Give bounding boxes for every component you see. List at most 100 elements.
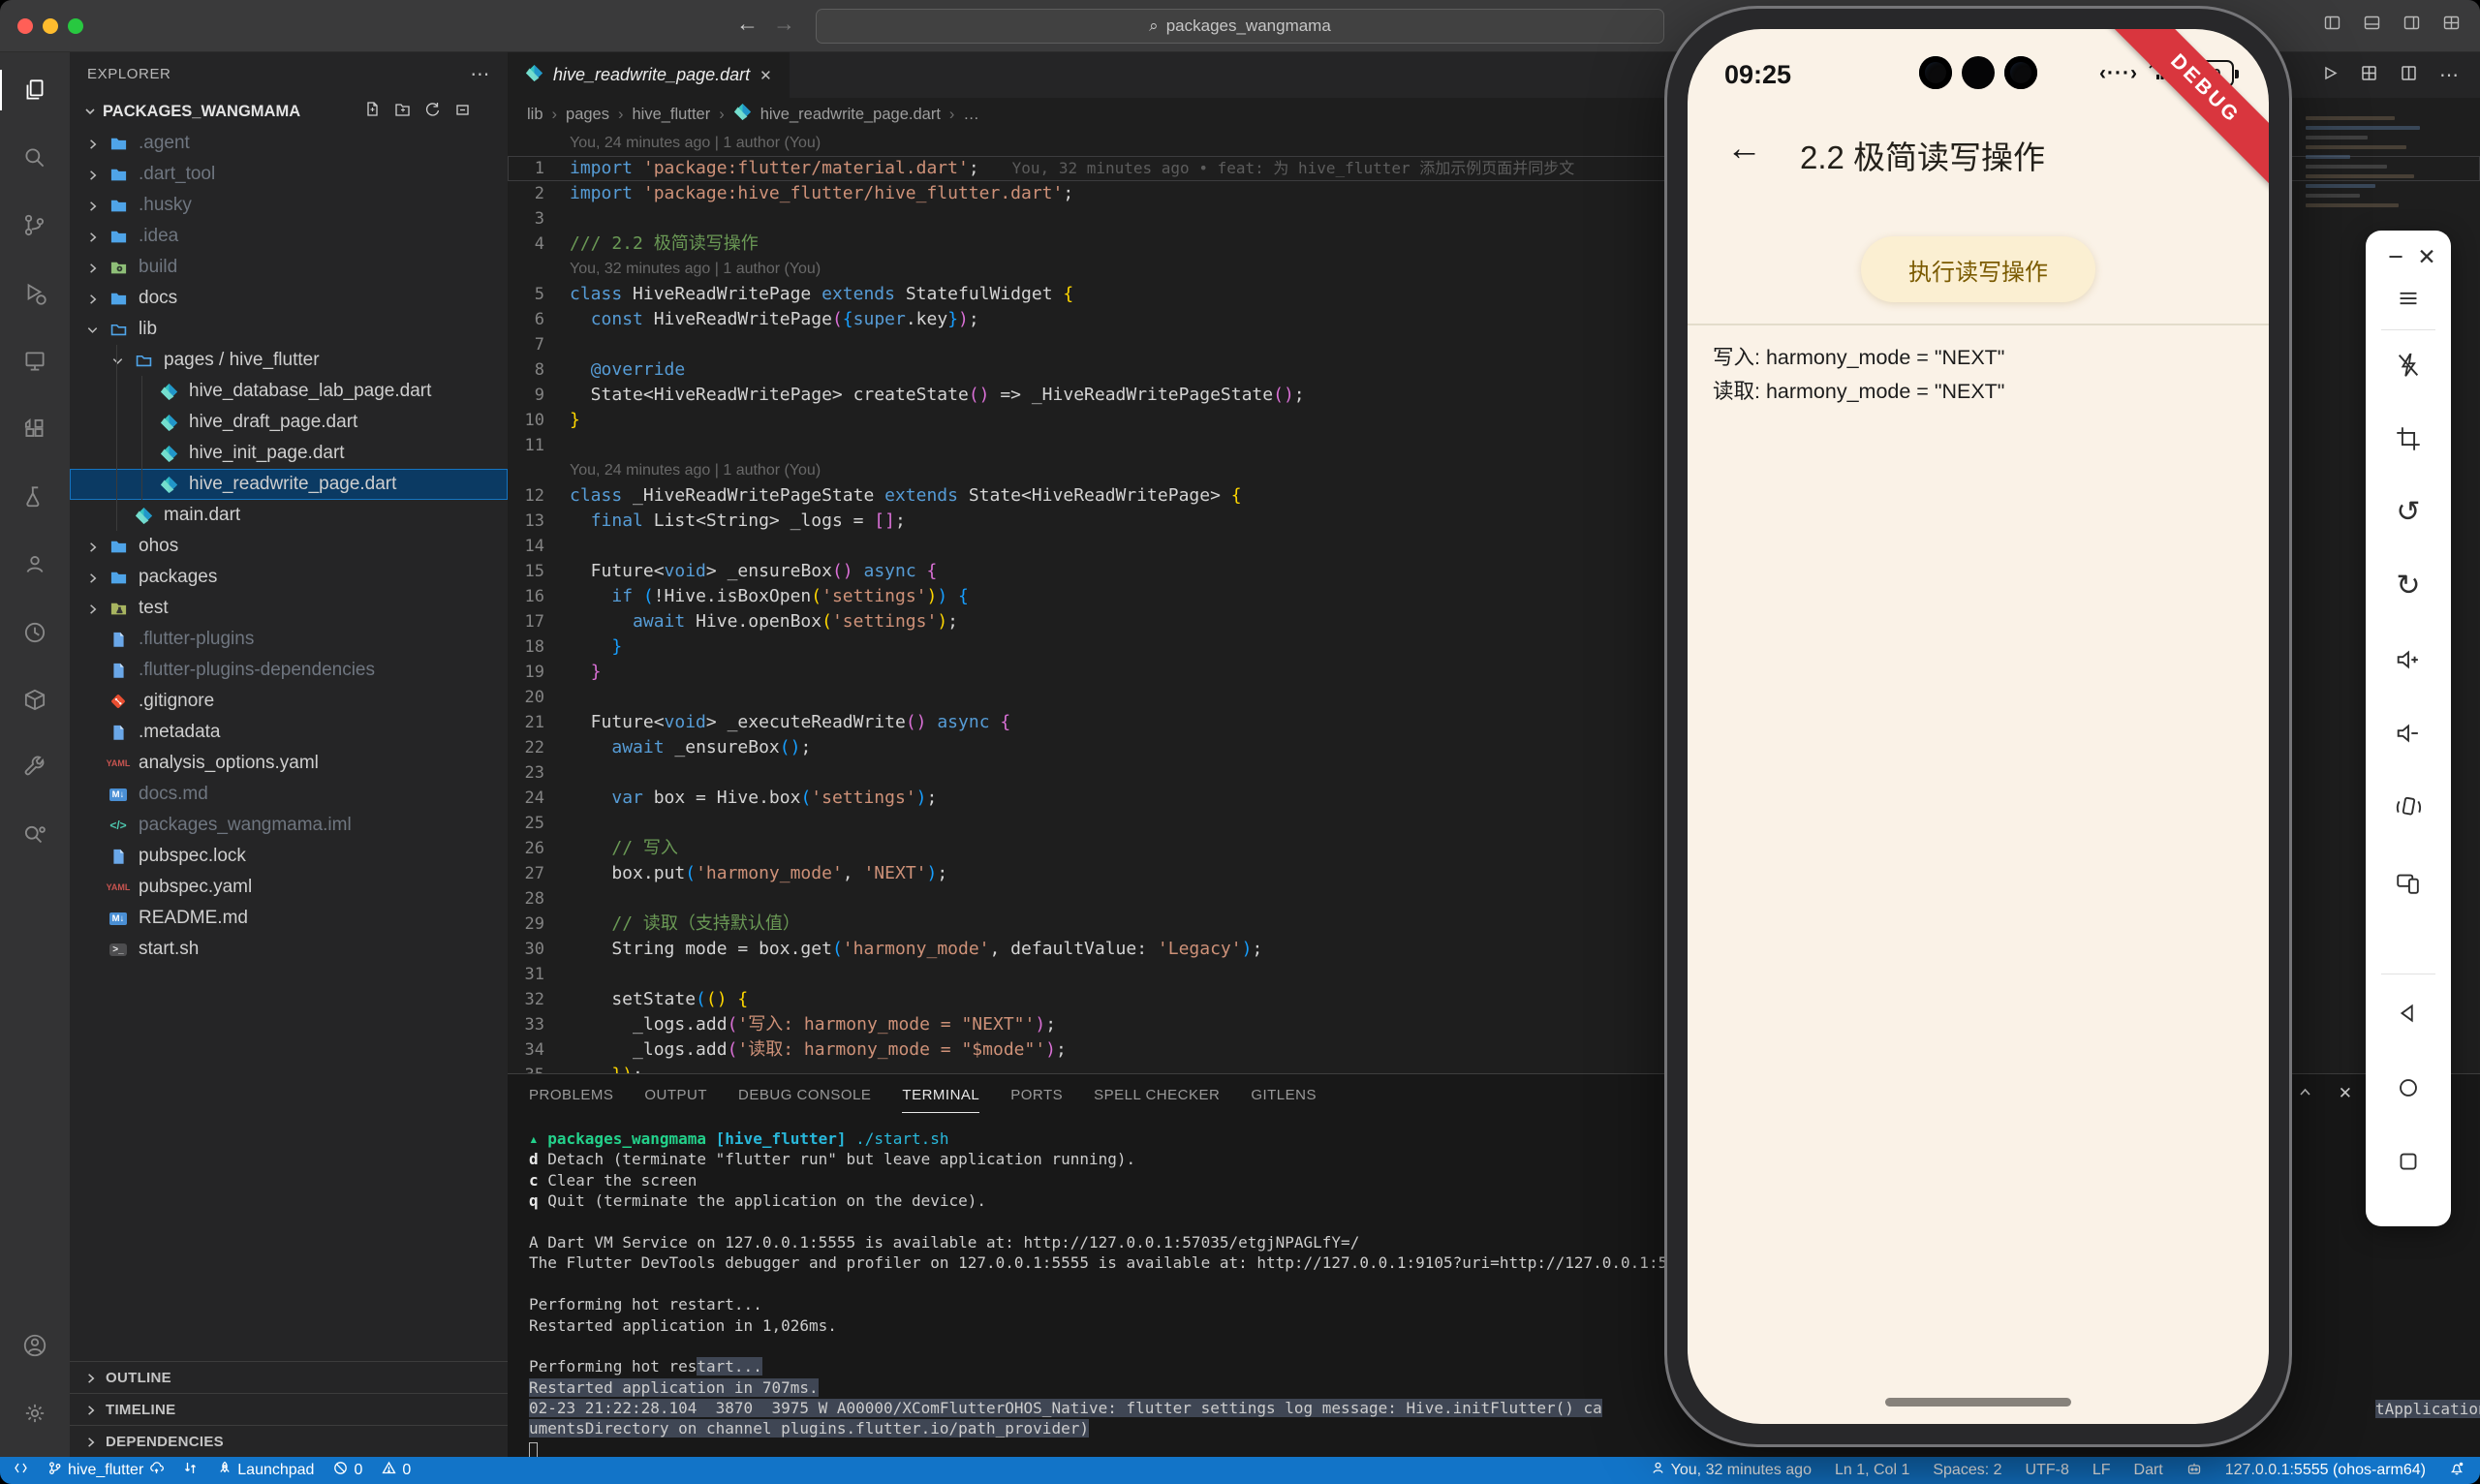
status-utf-8[interactable]: UTF-8 <box>2026 1462 2069 1479</box>
history-back-icon[interactable]: ← <box>736 11 759 37</box>
activity-files-icon[interactable] <box>0 56 70 124</box>
section-outline[interactable]: OUTLINE <box>70 1361 508 1393</box>
activity-settings-icon[interactable] <box>0 1379 70 1447</box>
more-actions-icon[interactable]: ⋯ <box>2439 63 2459 87</box>
tree-item[interactable]: ohos <box>70 531 508 562</box>
activity-run-debug-icon[interactable] <box>0 260 70 327</box>
activity-search-gear-icon[interactable] <box>0 802 70 870</box>
tree-item[interactable]: YAMLpubspec.yaml <box>70 872 508 903</box>
split-editor-icon[interactable] <box>2400 64 2418 87</box>
activity-live-share-icon[interactable] <box>0 531 70 599</box>
close-window-button[interactable] <box>17 18 33 34</box>
nav-home-icon[interactable] <box>2392 1071 2425 1104</box>
tree-item[interactable]: hive_database_lab_page.dart <box>70 376 508 407</box>
panel-tab-spell-checker[interactable]: SPELL CHECKER <box>1094 1087 1220 1103</box>
new-file-icon[interactable] <box>364 101 381 122</box>
breadcrumb-item[interactable]: lib <box>527 106 543 124</box>
tree-item[interactable]: M↓docs.md <box>70 779 508 810</box>
status-127-0-0-1-5555-ohos-arm6[interactable]: 127.0.0.1:5555 (ohos-arm64) <box>2225 1462 2426 1479</box>
panel-tab-terminal[interactable]: TERMINAL <box>902 1087 979 1113</box>
tree-item[interactable]: >_start.sh <box>70 934 508 965</box>
activity-extensions-icon[interactable] <box>0 395 70 463</box>
panel-tab-debug-console[interactable]: DEBUG CONSOLE <box>738 1087 871 1103</box>
layout-sidebar-left-icon[interactable] <box>2323 14 2341 37</box>
menu-icon[interactable] <box>2392 282 2425 315</box>
rotate-left-icon[interactable]: ↺ <box>2392 496 2425 529</box>
nav-back-icon[interactable] <box>2392 997 2425 1030</box>
nav-recents-icon[interactable] <box>2392 1145 2425 1178</box>
command-center-search[interactable]: ⌕ packages_wangmama <box>816 9 1664 44</box>
status-lf[interactable]: LF <box>2092 1462 2111 1479</box>
flash-off-icon[interactable] <box>2392 349 2425 382</box>
screen-mirror-icon[interactable] <box>2392 866 2425 899</box>
more-actions-icon[interactable]: ⋯ <box>470 62 490 86</box>
panel-tab-problems[interactable]: PROBLEMS <box>529 1087 613 1103</box>
activity-package-icon[interactable] <box>0 666 70 734</box>
volume-down-icon[interactable] <box>2392 717 2425 750</box>
tree-item[interactable]: hive_draft_page.dart <box>70 407 508 438</box>
tree-item[interactable]: .gitignore <box>70 686 508 717</box>
history-forward-icon[interactable]: → <box>773 11 795 37</box>
tree-item[interactable]: build <box>70 252 508 283</box>
collapse-all-icon[interactable] <box>454 101 471 122</box>
volume-up-icon[interactable] <box>2392 643 2425 676</box>
chevron-up-icon[interactable] <box>2297 1084 2313 1105</box>
execute-readwrite-button[interactable]: 执行读写操作 <box>1861 236 2095 302</box>
tree-item[interactable]: pubspec.lock <box>70 841 508 872</box>
activity-account-icon[interactable] <box>0 1312 70 1379</box>
tree-item[interactable]: packages <box>70 562 508 593</box>
tree-item[interactable]: .husky <box>70 190 508 221</box>
status-0[interactable]: 0 <box>382 1461 411 1480</box>
status-robot-icon[interactable] <box>2186 1461 2202 1481</box>
new-folder-icon[interactable] <box>394 101 411 122</box>
activity-source-control-icon[interactable] <box>0 192 70 260</box>
shake-icon[interactable] <box>2392 790 2425 823</box>
section-timeline[interactable]: TIMELINE <box>70 1393 508 1425</box>
breadcrumb-item[interactable]: hive_flutter <box>632 106 710 124</box>
minimap[interactable] <box>2306 116 2432 213</box>
layout-icon[interactable] <box>2360 64 2378 87</box>
tree-item[interactable]: pages / hive_flutter <box>70 345 508 376</box>
section-dependencies[interactable]: DEPENDENCIES <box>70 1425 508 1457</box>
status-ln-1-col-1[interactable]: Ln 1, Col 1 <box>1835 1462 1909 1479</box>
close-tab-icon[interactable]: ✕ <box>760 67 772 84</box>
layout-grid-icon[interactable] <box>2442 14 2461 37</box>
close-icon[interactable]: ✕ <box>2410 240 2443 273</box>
status-bell-icon[interactable] <box>2449 1461 2464 1481</box>
layout-sidebar-right-icon[interactable] <box>2402 14 2421 37</box>
status-launchpad[interactable]: Launchpad <box>217 1461 314 1480</box>
tree-item[interactable]: hive_init_page.dart <box>70 438 508 469</box>
activity-search-icon[interactable] <box>0 124 70 192</box>
rotate-right-icon[interactable]: ↻ <box>2392 570 2425 603</box>
panel-tab-output[interactable]: OUTPUT <box>644 1087 707 1103</box>
tree-item[interactable]: hive_readwrite_page.dart <box>70 469 508 500</box>
minimize-icon[interactable]: − <box>2379 240 2412 273</box>
tree-item[interactable]: M↓README.md <box>70 903 508 934</box>
run-icon[interactable] <box>2320 64 2339 87</box>
activity-clock-icon[interactable] <box>0 599 70 666</box>
status-you-32-minutes-ago[interactable]: You, 32 minutes ago <box>1651 1461 1812 1480</box>
close-panel-icon[interactable]: ✕ <box>2339 1084 2352 1105</box>
tree-item[interactable]: </>packages_wangmama.iml <box>70 810 508 841</box>
tree-item[interactable]: docs <box>70 283 508 314</box>
project-root-row[interactable]: PACKAGES_WANGMAMA <box>70 95 508 128</box>
tree-item[interactable]: .flutter-plugins <box>70 624 508 655</box>
tab-hive-readwrite-page[interactable]: hive_readwrite_page.dart ✕ <box>508 52 790 98</box>
status-remote-icon[interactable] <box>14 1461 28 1480</box>
activity-remote-icon[interactable] <box>0 327 70 395</box>
panel-tab-gitlens[interactable]: GITLENS <box>1251 1087 1317 1103</box>
tree-item[interactable]: lib <box>70 314 508 345</box>
breadcrumb-item[interactable]: pages <box>566 106 609 124</box>
layout-panel-icon[interactable] <box>2363 14 2381 37</box>
tree-item[interactable]: YAMLanalysis_options.yaml <box>70 748 508 779</box>
tree-item[interactable]: .flutter-plugins-dependencies <box>70 655 508 686</box>
refresh-icon[interactable] <box>424 101 441 122</box>
status-hive-flutter[interactable]: hive_flutter <box>47 1461 164 1480</box>
home-indicator[interactable] <box>1885 1398 2071 1407</box>
activity-testing-icon[interactable] <box>0 463 70 531</box>
minimize-window-button[interactable] <box>43 18 58 34</box>
status-dart[interactable]: Dart <box>2134 1462 2163 1479</box>
tree-item[interactable]: .agent <box>70 128 508 159</box>
breadcrumb-item[interactable]: … <box>963 106 979 124</box>
crop-icon[interactable] <box>2392 422 2425 455</box>
